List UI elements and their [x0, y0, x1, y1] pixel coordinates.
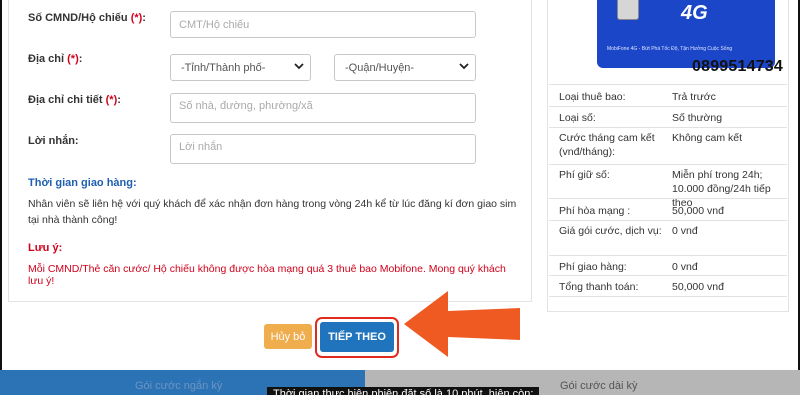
- info-row-number-type: Loại số: Số thường: [549, 106, 787, 127]
- note-heading: Lưu ý:: [28, 242, 63, 254]
- province-select[interactable]: -Tỉnh/Thành phố-: [170, 54, 311, 81]
- required-mark: (*): [130, 12, 143, 24]
- info-row-total: Tổng thanh toán: 50,000 vnđ: [549, 275, 787, 297]
- chevron-down-icon: [294, 63, 304, 70]
- address-detail-label: Địa chỉ chi tiết (*):: [28, 94, 121, 106]
- info-row-activation-fee: Phí hòa mạng : 50,000 vnđ: [549, 198, 787, 220]
- tab-long-term-packages[interactable]: Gói cước dài kỳ: [560, 380, 638, 392]
- info-row-package-price: Giá gói cước, dịch vụ: 0 vnđ: [549, 220, 787, 255]
- note-text: Mỗi CMND/Thẻ căn cước/ Hộ chiếu không đư…: [28, 263, 506, 287]
- province-select-value: -Tỉnh/Thành phố-: [181, 61, 266, 74]
- tab-short-term-packages[interactable]: Gói cước ngắn kỳ: [135, 380, 222, 392]
- sim-chip-icon: [617, 0, 639, 20]
- district-select-value: -Quận/Huyện-: [345, 61, 415, 74]
- id-number-label: Số CMND/Hộ chiếu (*):: [28, 12, 146, 24]
- info-row-monthly-commitment: Cước tháng cam kết (vnđ/tháng): Không ca…: [549, 127, 787, 164]
- district-select[interactable]: -Quận/Huyện-: [334, 54, 476, 81]
- required-mark: (*): [67, 53, 79, 65]
- id-number-input[interactable]: CMT/Hộ chiếu: [170, 11, 476, 38]
- required-mark: (*): [105, 94, 118, 106]
- address-detail-textarea[interactable]: Số nhà, đường, phường/xã: [170, 93, 476, 123]
- address-label: Địa chỉ (*):: [28, 53, 83, 65]
- sim-4g-label: 4G: [681, 2, 708, 24]
- info-row-subscription-type: Loại thuê bao: Trả trước: [549, 84, 787, 106]
- delivery-time-heading: Thời gian giao hàng:: [28, 177, 137, 189]
- info-row-hold-fee: Phí giữ số: Miễn phí trong 24h; 10.000 đ…: [549, 164, 787, 209]
- cancel-button[interactable]: Hủy bỏ: [264, 324, 312, 349]
- info-row-shipping-fee: Phí giao hàng: 0 vnđ: [549, 255, 787, 275]
- message-label: Lời nhắn:: [28, 135, 79, 147]
- session-timer-note: Thời gian thực hiện phiên đặt số là 10 p…: [267, 387, 540, 395]
- next-button[interactable]: TIẾP THEO: [320, 322, 394, 352]
- page-frame-left: [0, 0, 2, 370]
- message-textarea[interactable]: Lời nhắn: [170, 134, 476, 164]
- chevron-down-icon: [459, 63, 469, 70]
- delivery-time-text: Nhân viên sẽ liên hệ với quý khách để xá…: [28, 198, 517, 226]
- sim-tagline: MobiFone 4G - Bứt Phá Tốc Độ, Tận Hưởng …: [607, 46, 733, 52]
- pointer-arrow-icon: [404, 291, 520, 357]
- selected-phone-number: 0899514734: [692, 58, 783, 75]
